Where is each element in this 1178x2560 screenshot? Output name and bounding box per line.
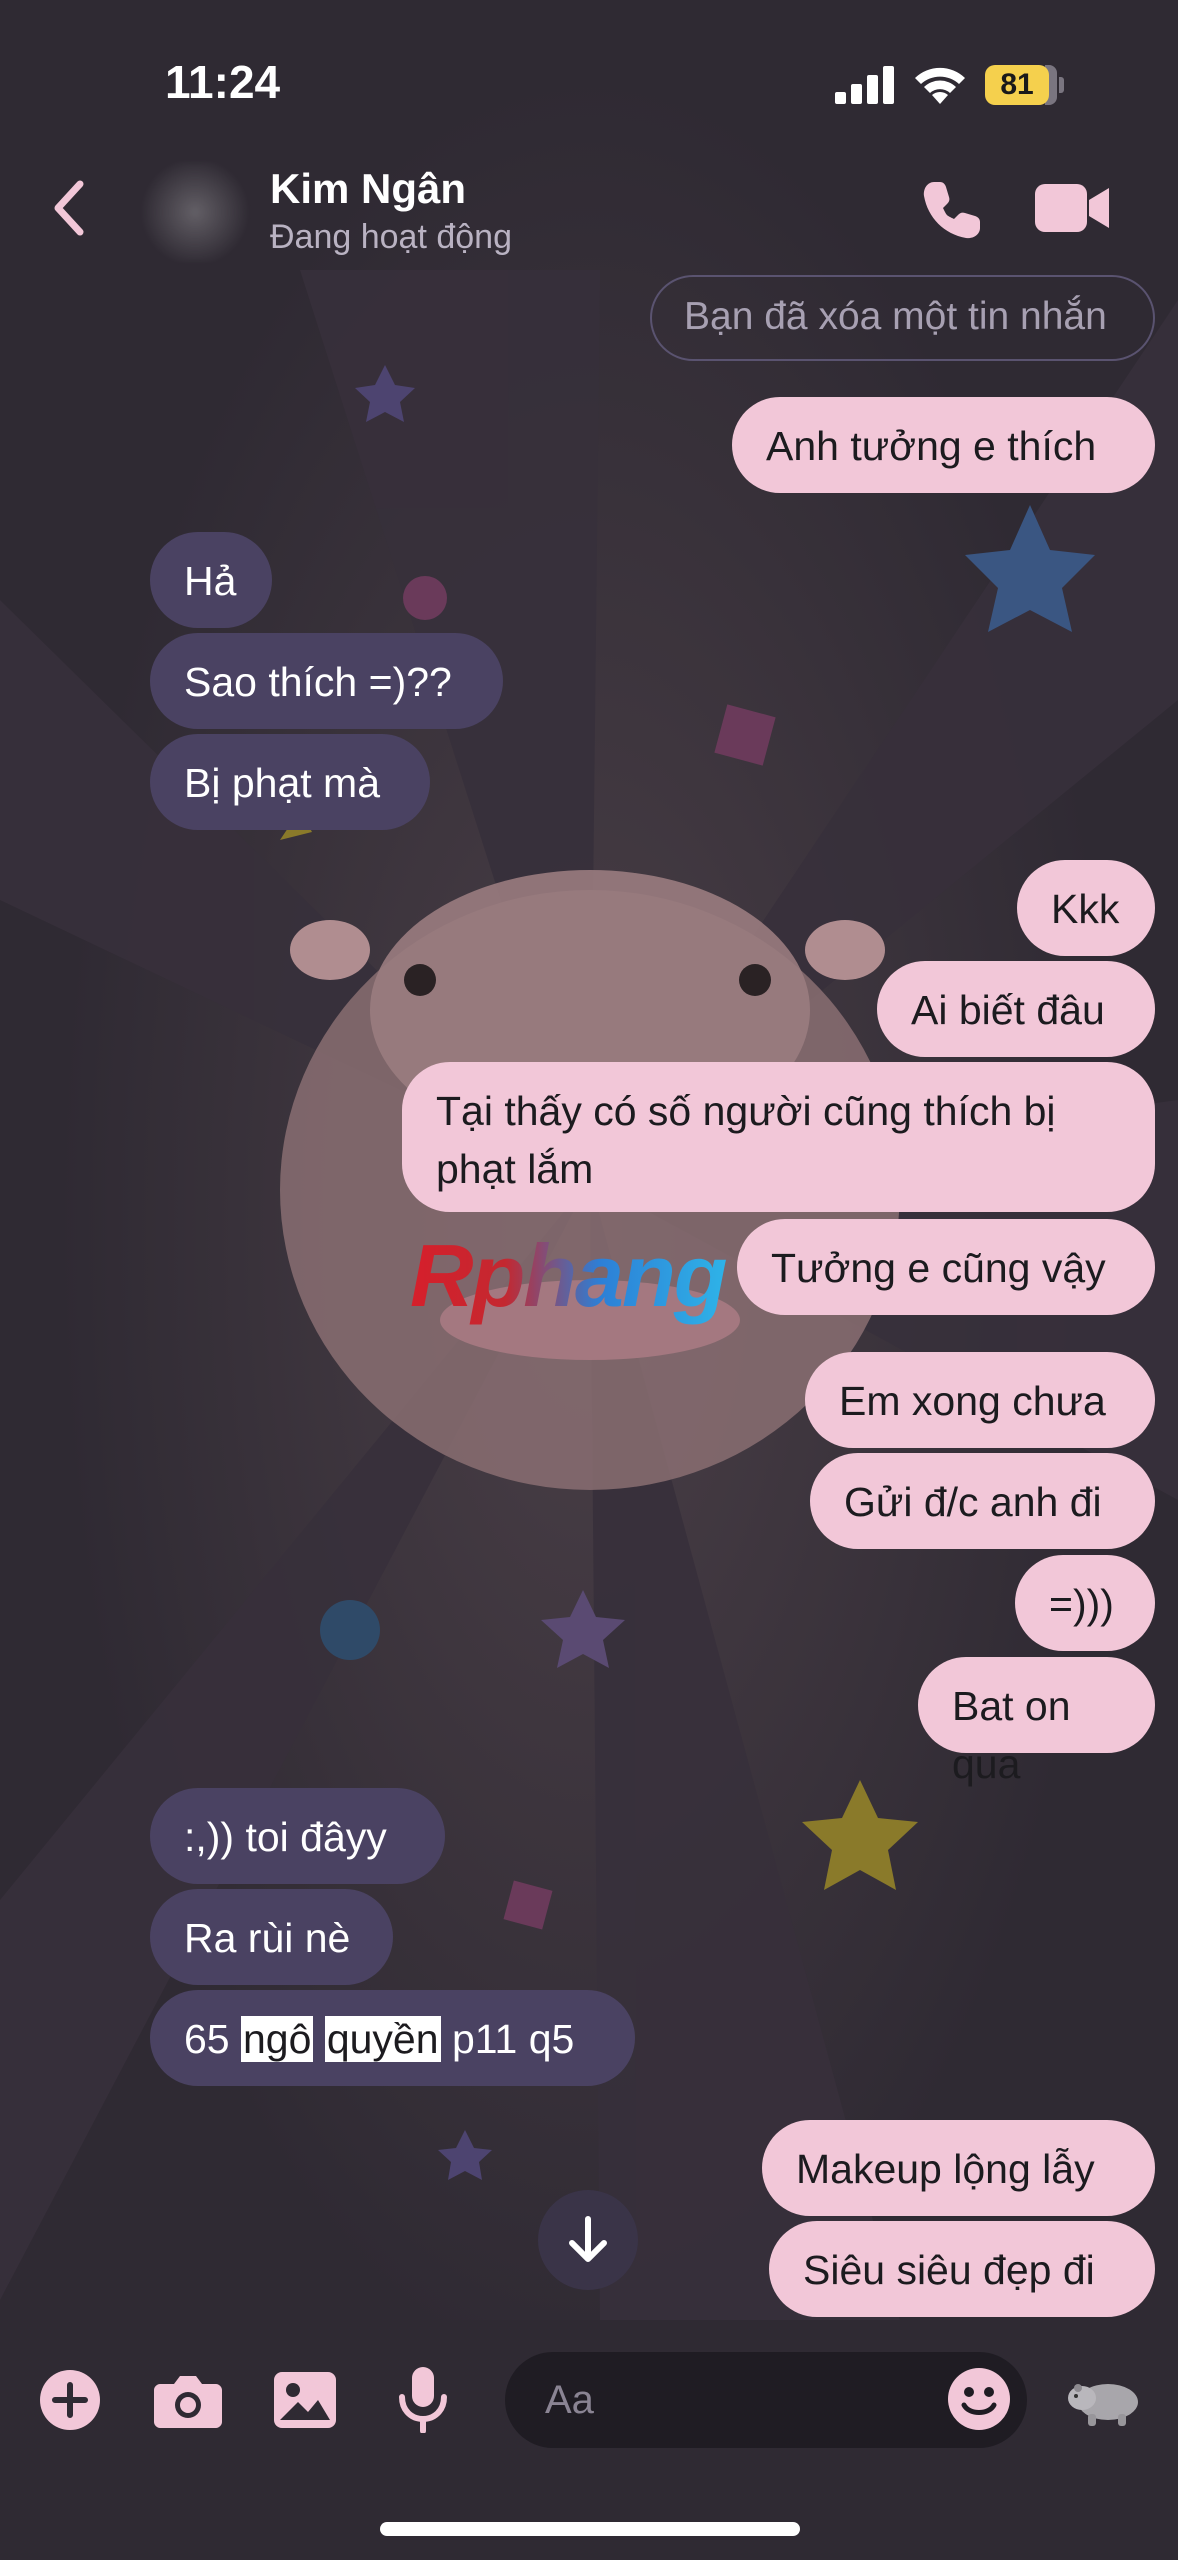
status-time: 11:24: [165, 56, 281, 108]
emoji-icon[interactable]: [947, 2367, 1011, 2431]
contact-name[interactable]: Kim Ngân: [270, 165, 466, 213]
add-button[interactable]: [30, 2360, 110, 2440]
plus-icon: [40, 2370, 100, 2430]
status-bar: 11:24 81: [0, 0, 1178, 150]
message-bubble-outgoing[interactable]: Gửi đ/c anh đi: [810, 1453, 1155, 1549]
contact-avatar[interactable]: [135, 162, 255, 262]
hippo-icon[interactable]: [1068, 2374, 1144, 2426]
message-bubble-outgoing[interactable]: Ai biết đâu: [877, 961, 1155, 1057]
video-camera-icon[interactable]: [1035, 180, 1111, 236]
message-bubble-incoming[interactable]: Sao thích =)??: [150, 633, 503, 729]
message-bubble-outgoing[interactable]: Tại thấy có số người cũng thích bị phạt …: [402, 1062, 1155, 1212]
highlighted-text: ngô: [241, 2016, 314, 2062]
message-bubble-outgoing[interactable]: Em xong chưa: [805, 1352, 1155, 1448]
message-bubble-incoming[interactable]: Bị phạt mà: [150, 734, 430, 830]
arrow-down-icon: [569, 2216, 607, 2262]
scroll-to-bottom-button[interactable]: [538, 2190, 638, 2290]
cellular-signal-icon: [835, 66, 894, 104]
message-bubble-outgoing[interactable]: Bat on qua: [918, 1657, 1155, 1787]
message-composer: Aa: [0, 2320, 1178, 2480]
message-bubble-outgoing[interactable]: Tưởng e cũng vậy: [737, 1219, 1155, 1315]
wifi-icon: [915, 67, 965, 104]
contact-status: Đang hoạt động: [270, 218, 512, 256]
chat-header: Kim Ngân Đang hoạt động: [0, 150, 1178, 280]
message-bubble-incoming[interactable]: :,)) toi đâyy: [150, 1788, 445, 1884]
message-text: [313, 2016, 324, 2062]
phone-icon[interactable]: [920, 178, 984, 242]
battery-level: 81: [985, 65, 1049, 105]
back-icon[interactable]: [50, 178, 90, 238]
message-bubble-outgoing[interactable]: Makeup lộng lẫy: [762, 2120, 1155, 2216]
deleted-message-notice: Bạn đã xóa một tin nhắn: [650, 275, 1155, 361]
home-indicator: [380, 2522, 800, 2536]
message-bubble-incoming[interactable]: Hả: [150, 532, 272, 628]
voice-button[interactable]: [383, 2360, 463, 2440]
microphone-icon: [399, 2367, 447, 2433]
message-bubble-outgoing[interactable]: Siêu siêu đẹp đi: [769, 2221, 1155, 2317]
message-bubble-outgoing[interactable]: Kkk: [1017, 860, 1155, 956]
camera-icon: [154, 2376, 222, 2428]
image-icon: [274, 2372, 336, 2428]
message-bubble-incoming[interactable]: 65 ngô quyền p11 q5: [150, 1990, 635, 2086]
message-text: p11 q5: [440, 2016, 575, 2062]
camera-button[interactable]: [148, 2360, 228, 2440]
message-text: 65: [184, 2016, 241, 2062]
highlighted-text: quyền: [324, 2016, 441, 2062]
gallery-button[interactable]: [265, 2360, 345, 2440]
message-bubble-incoming[interactable]: Ra rùi nè: [150, 1889, 393, 1985]
watermark-logo: Rphang: [410, 1226, 728, 1325]
message-bubble-outgoing[interactable]: =))): [1015, 1555, 1155, 1651]
message-bubble-outgoing[interactable]: Anh tưởng e thích: [732, 397, 1155, 493]
battery-indicator: 81: [985, 65, 1065, 105]
